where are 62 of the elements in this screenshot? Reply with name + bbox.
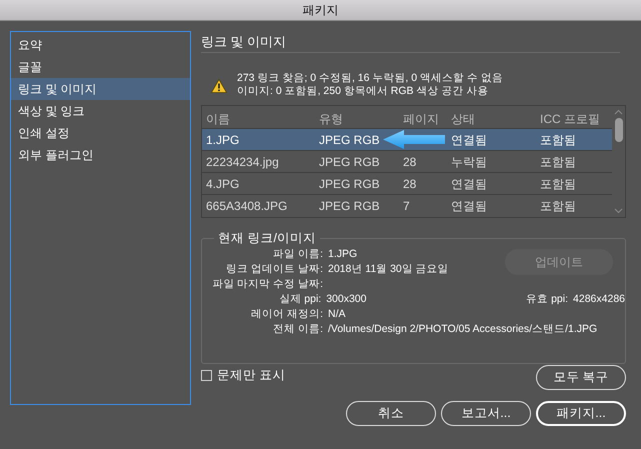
scroll-up-icon[interactable] [614,109,623,115]
section-title: 링크 및 이미지 [201,33,288,51]
table-cell-text: 연결됨 [451,198,488,214]
table-cell-text: 28 [403,176,418,192]
sidebar-item[interactable]: 외부 플러그인 [11,144,190,166]
table-cell-text: JPEG RGB [319,176,381,192]
table-row[interactable]: 1.JPG JPEG RGB 연결됨 포함됨 [202,128,612,150]
summary-text: 273 링크 찾음; 0 수정됨, 16 누락됨, 0 액세스할 수 없음 [237,72,503,85]
field-value: 1.JPG [327,246,358,262]
column-header[interactable]: 유형 [319,110,403,128]
restore-all-button[interactable]: 모두 복구 [536,365,626,390]
sidebar-item[interactable]: 링크 및 이미지 [11,78,190,100]
column-header[interactable]: 이름 [206,110,319,128]
table-row[interactable]: 665A3408.JPG JPEG RGB 7 연결됨 포함됨 [202,194,612,216]
warning-icon [211,79,227,93]
column-header[interactable]: 상태 [451,110,540,128]
sidebar-item[interactable]: 글꼴 [11,56,190,78]
column-header[interactable]: ICC 프로필 [540,110,612,128]
sidebar-item[interactable]: 색상 및 잉크 [11,100,190,122]
checkbox-label: 문제만 표시 [217,367,286,384]
field-value: /Volumes/Design 2/PHOTO/05 Accessories/스탠드/1.JPG [327,322,598,337]
field-label: 실제 ppi: [278,292,322,307]
scroll-down-icon[interactable] [614,208,623,214]
table-cell-text: 665A3408.JPG [206,198,288,214]
dialog-button[interactable]: 취소 [346,401,436,426]
dialog-button[interactable]: 보고서... [441,401,531,426]
field-label: 유효 ppi: [526,292,568,307]
table-cell-text: JPEG RGB [319,154,381,170]
table-cell-text: 누락됨 [451,154,488,170]
field-label: 파일 마지막 수정 날짜: [211,276,323,292]
table-cell-text: 연결됨 [451,132,488,148]
table-row[interactable]: 4.JPG JPEG RGB 28 연결됨 포함됨 [202,172,612,194]
table-cell-text: JPEG RGB [319,198,381,214]
table-cell-text: 포함됨 [540,176,577,192]
table-cell-text: 포함됨 [540,154,577,170]
field-value: N/A [327,306,346,322]
table-cell-text: 연결됨 [451,176,488,192]
table-cell-text: 22234234.jpg [206,154,280,170]
table-cell-text: 28 [403,154,418,170]
column-header[interactable]: 페이지 [403,110,451,128]
scrollbar-thumb[interactable] [614,118,622,142]
table-cell-text: 4.JPG [206,176,240,192]
checkbox[interactable] [201,370,212,381]
field-value: 2018년 11월 30일 금요일 [327,262,449,277]
sidebar-item[interactable]: 인쇄 설정 [11,122,190,144]
table-cell-text: 1.JPG [206,132,240,148]
table-cell-text: 7 [403,198,411,214]
table-cell-text: 포함됨 [540,198,577,214]
field-label: 레이어 재정의: [250,306,323,322]
field-label: 링크 업데이트 날짜: [225,262,323,277]
window-title: 패키지 [302,2,338,19]
table-cell-text: JPEG RGB [319,132,381,148]
field-label: 파일 이름: [272,246,323,262]
sidebar-item[interactable]: 요약 [11,34,190,56]
summary-text: 이미지: 0 포함됨, 250 항목에서 RGB 색상 공간 사용 [237,85,490,98]
field-value: 4286x4286 [572,292,625,307]
arrow-icon [383,130,445,149]
dialog-button[interactable]: 패키지... [536,401,626,426]
field-label: 전체 이름: [272,322,323,337]
table-cell-text: 포함됨 [540,132,577,148]
table-row[interactable]: 22234234.jpg JPEG RGB 28 누락됨 포함됨 [202,150,612,172]
field-value: 300x300 [325,292,368,307]
